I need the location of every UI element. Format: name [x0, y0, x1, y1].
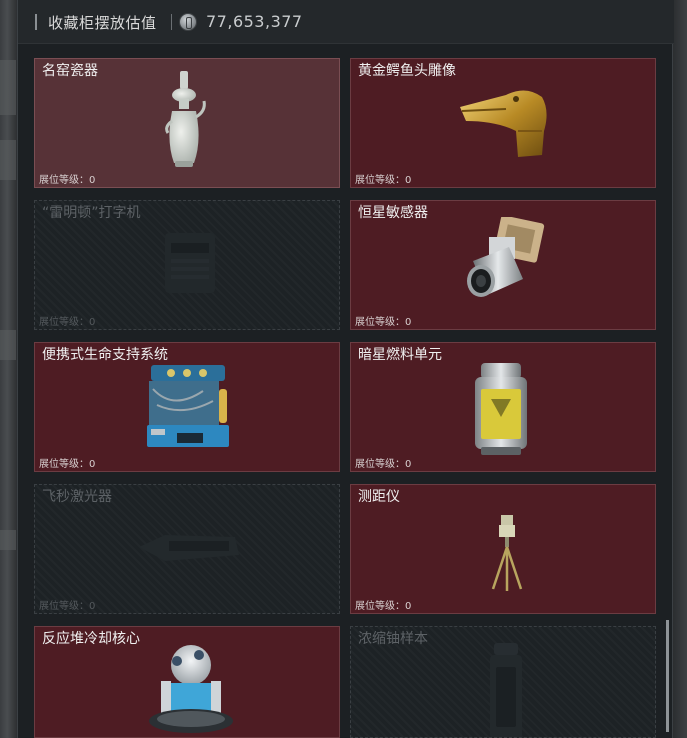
rangefinder-icon: [491, 515, 523, 591]
collection-slot[interactable]: 恒星敏感器 展位等级：0: [350, 200, 656, 330]
background-shelf: [0, 140, 16, 180]
slot-level: 展位等级：0: [355, 175, 412, 186]
femtosecond-laser-icon: [139, 535, 239, 561]
slot-name: 黄金鳄鱼头雕像: [358, 63, 456, 79]
slot-name: 测距仪: [358, 489, 400, 505]
collection-grid: 名窑瓷器 展位等级：0 黄金鳄鱼头雕像 展位等级：0 “雷明顿”打字机 展位等级…: [18, 44, 674, 738]
background-left-edge: [0, 0, 18, 738]
collection-slot-locked[interactable]: 飞秒激光器 展位等级：0: [34, 484, 340, 614]
slot-level: 展位等级：0: [39, 601, 96, 612]
collection-slot[interactable]: 黄金鳄鱼头雕像 展位等级：0: [350, 58, 656, 188]
slot-name: 飞秒激光器: [42, 489, 112, 505]
slot-level: 展位等级：0: [39, 459, 96, 470]
golden-crocodile-head-icon: [460, 90, 547, 157]
slot-level: 展位等级：0: [39, 175, 96, 186]
collection-slot-locked[interactable]: “雷明顿”打字机 展位等级：0: [34, 200, 340, 330]
background-shelf: [0, 530, 16, 550]
slot-name: 暗星燃料单元: [358, 347, 442, 363]
background-right-edge: [673, 0, 687, 738]
coin-icon: [179, 13, 197, 31]
header-title: 收藏柜摆放估值: [48, 14, 157, 32]
slot-level: 展位等级：0: [355, 317, 412, 328]
slot-level: 展位等级：0: [39, 317, 96, 328]
life-support-system-icon: [147, 365, 229, 447]
fuel-cell-icon: [475, 363, 527, 455]
collection-slot[interactable]: 便携式生命支持系统 展位等级：0: [34, 342, 340, 472]
collection-slot-locked[interactable]: 浓缩铀样本: [350, 626, 656, 738]
scrollbar-thumb[interactable]: [666, 620, 669, 732]
slot-name: “雷明顿”打字机: [42, 205, 141, 221]
slot-level: 展位等级：0: [355, 459, 412, 470]
collection-cabinet-panel: 收藏柜摆放估值 77,653,377 名窑瓷器 展位等级：0 黄金鳄鱼头雕像 展…: [17, 0, 674, 738]
background-shelf: [0, 330, 16, 360]
background-shelf: [0, 60, 16, 115]
slot-name: 反应堆冷却核心: [42, 631, 140, 647]
collection-slot[interactable]: 暗星燃料单元 展位等级：0: [350, 342, 656, 472]
porcelain-vase-icon: [165, 71, 206, 167]
uranium-sample-icon: [490, 643, 522, 737]
slot-name: 浓缩铀样本: [358, 631, 428, 647]
reactor-core-icon: [149, 645, 233, 733]
star-sensor-icon: [467, 217, 545, 297]
header-divider: [171, 14, 172, 30]
collection-slot[interactable]: 反应堆冷却核心: [34, 626, 340, 738]
collection-slot[interactable]: 测距仪 展位等级：0: [350, 484, 656, 614]
slot-level: 展位等级：0: [355, 601, 412, 612]
slot-name: 恒星敏感器: [358, 205, 428, 221]
header-accent-bar: [35, 14, 37, 30]
typewriter-icon: [165, 233, 215, 293]
collection-slot[interactable]: 名窑瓷器 展位等级：0: [34, 58, 340, 188]
panel-header: 收藏柜摆放估值 77,653,377: [18, 0, 674, 44]
slot-name: 名窑瓷器: [42, 63, 98, 79]
valuation-amount: 77,653,377: [206, 12, 303, 31]
